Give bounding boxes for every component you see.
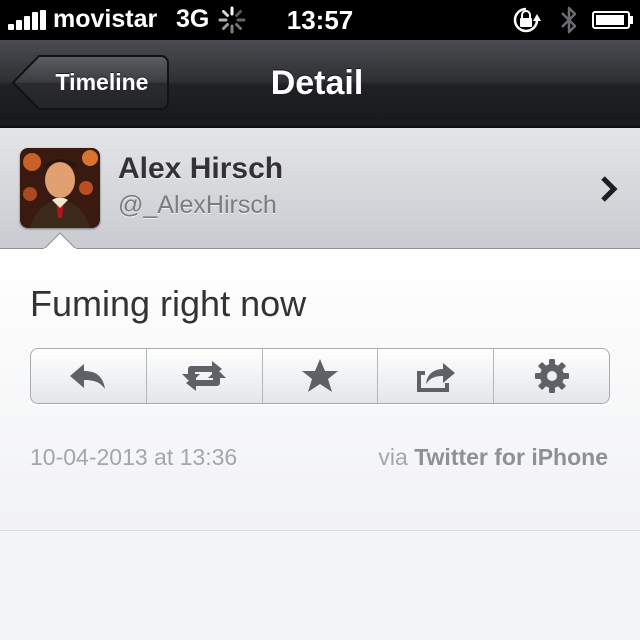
- retweet-button[interactable]: [147, 349, 263, 403]
- status-time: 13:57: [286, 5, 354, 35]
- avatar[interactable]: [20, 148, 100, 228]
- settings-button[interactable]: [494, 349, 609, 403]
- retweet-icon: [182, 361, 227, 391]
- rotation-lock-icon: [513, 7, 541, 33]
- chevron-right-icon[interactable]: [598, 174, 620, 204]
- status-bar: movistar 3G 13:57: [0, 0, 640, 40]
- user-handle: @_AlexHirsch: [118, 191, 277, 219]
- tweet-detail: Fuming right now 10-04-2013 at 13:36 via…: [0, 249, 640, 531]
- favorite-button[interactable]: [263, 349, 379, 403]
- tweet-timestamp: 10-04-2013 at 13:36: [30, 444, 238, 470]
- battery-icon: [592, 11, 633, 29]
- navigation-bar: Detail Timeline: [0, 40, 640, 128]
- reply-button[interactable]: [31, 349, 147, 403]
- user-display-name: Alex Hirsch: [118, 152, 284, 185]
- settings-gear-icon: [534, 359, 569, 393]
- tweet-source: via Twitter for iPhone: [378, 444, 608, 471]
- tweet-action-bar: [30, 348, 610, 404]
- via-prefix: via: [378, 444, 408, 470]
- favorite-star-icon: [301, 359, 338, 392]
- reply-icon: [70, 364, 106, 389]
- bluetooth-icon: [561, 6, 577, 34]
- profile-header[interactable]: Alex Hirsch @_AlexHirsch: [0, 128, 640, 249]
- share-button[interactable]: [378, 349, 495, 403]
- header-pointer-arrow: [44, 232, 76, 249]
- back-button-label: Timeline: [55, 69, 149, 95]
- empty-content-area: [0, 531, 640, 640]
- via-client-link[interactable]: Twitter for iPhone: [414, 444, 608, 470]
- share-icon: [416, 363, 455, 392]
- tweet-text: Fuming right now: [30, 283, 307, 324]
- back-button[interactable]: Timeline: [12, 55, 169, 110]
